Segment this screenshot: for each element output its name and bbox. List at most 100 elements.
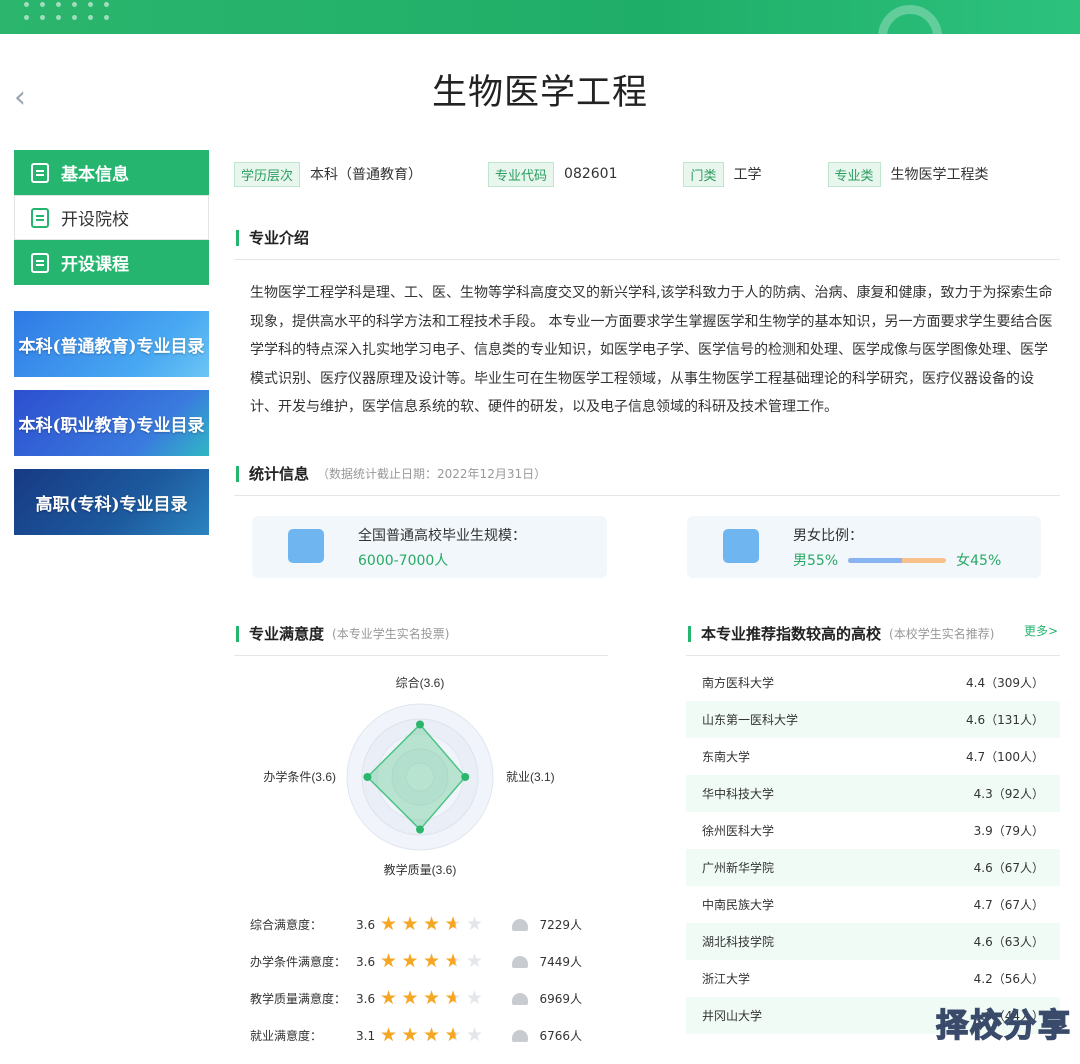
stats-header: 统计信息 （数据统计截止日期：2022年12月31日） bbox=[234, 452, 1060, 496]
female-ratio: 女45% bbox=[956, 553, 1002, 569]
satisfaction-rows: 综合满意度： 3.6 ★ ★ ★ ★ ★ 7229人 办学条件满意度： 3.6 ★ ★ ★ ★… bbox=[234, 906, 608, 1054]
category-tag: 门类 bbox=[683, 161, 724, 187]
star-icon: ★ bbox=[445, 1026, 467, 1045]
list-item[interactable]: 东南大学 4.7（100人） bbox=[686, 738, 1060, 775]
rating-score: 3.1 bbox=[356, 1028, 376, 1043]
sidebar: 基本信息 开设院校 开设课程 本科(普通教育)专业目录 本科(职业教育)专业目录… bbox=[14, 150, 209, 535]
star-icon: ★ bbox=[423, 1024, 441, 1046]
intro-text: 生物医学工程学科是理、工、医、生物等学科高度交叉的新兴学科,该学科致力于人的防病… bbox=[250, 285, 1053, 415]
rating-row: 办学条件满意度： 3.6 ★ ★ ★ ★ ★ 7449人 bbox=[234, 943, 608, 980]
main-content: 学历层次 本科（普通教育） 专业代码 082601 门类 工学 专业类 生物医学… bbox=[234, 150, 1060, 1045]
star-icon: ★ bbox=[466, 987, 484, 1009]
star-icon: ★ bbox=[466, 1024, 484, 1046]
section-title: 专业满意度 bbox=[249, 625, 325, 643]
decorative-dots bbox=[24, 2, 120, 20]
school-name: 东南大学 bbox=[702, 750, 751, 764]
rating-count: 6969人 bbox=[539, 992, 583, 1006]
rating-count: 6766人 bbox=[539, 1029, 583, 1043]
category-value: 工学 bbox=[733, 167, 762, 183]
people-icon bbox=[511, 1029, 528, 1042]
school-name: 广州新华学院 bbox=[702, 861, 775, 875]
school-name: 华中科技大学 bbox=[702, 787, 775, 801]
book-icon bbox=[31, 252, 49, 273]
schools-list: 南方医科大学 4.4（309人） 山东第一医科大学 4.6（131人） 东南大学 4.… bbox=[686, 664, 1060, 1034]
list-item[interactable]: 湖北科技学院 4.6（63人） bbox=[686, 923, 1060, 960]
list-item[interactable]: 徐州医科大学 3.9（79人） bbox=[686, 812, 1060, 849]
section-title: 本专业推荐指数较高的高校 bbox=[701, 625, 882, 643]
star-icon: ★ bbox=[380, 913, 398, 935]
gender-card: 男女比例： 男55% 女45% bbox=[687, 516, 1041, 578]
code-value: 082601 bbox=[564, 166, 618, 182]
section-title: 专业介绍 bbox=[249, 229, 310, 247]
pie-calendar-icon bbox=[723, 529, 759, 563]
star-icon: ★ bbox=[423, 950, 441, 972]
recommended-schools-section: 本专业推荐指数较高的高校 (本校学生实名推荐) 更多> 南方医科大学 4.4（30… bbox=[686, 612, 1060, 1034]
list-item[interactable]: 中南民族大学 4.7（67人） bbox=[686, 886, 1060, 923]
stats-cards: 全国普通高校毕业生规模： 6000-7000人 男女比例： 男55% 女45% bbox=[252, 516, 1042, 578]
star-rating: ★ ★ ★ ★ ★ bbox=[380, 915, 488, 934]
list-item[interactable]: 广州新华学院 4.6（67人） bbox=[686, 849, 1060, 886]
rating-score: 3.6 bbox=[356, 991, 376, 1006]
rating-label: 综合满意度： bbox=[250, 918, 323, 932]
sidebar-item-label: 基本信息 bbox=[61, 165, 129, 185]
sidebar-item-basic-info[interactable]: 基本信息 bbox=[14, 150, 209, 195]
people-icon bbox=[511, 992, 528, 1005]
school-name: 浙江大学 bbox=[702, 972, 751, 986]
radar-label-employment: 就业(3.1) bbox=[506, 770, 555, 784]
type-value: 生物医学工程类 bbox=[890, 167, 989, 183]
college-catalog-banner[interactable]: 高职(专科)专业目录 bbox=[14, 469, 209, 535]
star-icon: ★ bbox=[380, 1024, 398, 1046]
star-icon: ★ bbox=[423, 913, 441, 935]
rating-label: 就业满意度： bbox=[250, 1029, 323, 1043]
school-name: 井冈山大学 bbox=[702, 1009, 763, 1023]
satisfaction-header: 专业满意度 (本专业学生实名投票) bbox=[234, 612, 608, 656]
star-rating: ★ ★ ★ ★ ★ bbox=[380, 952, 488, 971]
school-score: 4.6（67人） bbox=[973, 861, 1044, 875]
section-subtitle: (本校学生实名推荐) bbox=[889, 627, 995, 641]
graduates-value: 6000-7000人 bbox=[358, 553, 449, 569]
radar-point-overall bbox=[416, 720, 424, 729]
sidebar-item-label: 开设院校 bbox=[61, 210, 129, 230]
rating-row: 综合满意度： 3.6 ★ ★ ★ ★ ★ 7229人 bbox=[234, 906, 608, 943]
level-value: 本科（普通教育） bbox=[310, 167, 423, 183]
radar-svg: 综合(3.6) 就业(3.1) 教学质量(3.6) 办学条件(3.6) bbox=[263, 675, 555, 877]
graduates-label: 全国普通高校毕业生规模： bbox=[358, 528, 526, 544]
schools-header: 本专业推荐指数较高的高校 (本校学生实名推荐) 更多> bbox=[686, 612, 1060, 656]
school-name: 中南民族大学 bbox=[702, 898, 775, 912]
satisfaction-section: 专业满意度 (本专业学生实名投票) 综合(3.6) 就业(3.1) 教学质量(3… bbox=[234, 612, 608, 1054]
school-name: 南方医科大学 bbox=[702, 676, 775, 690]
star-rating: ★ ★ ★ ★ ★ bbox=[380, 1026, 488, 1045]
male-ratio-fill bbox=[848, 557, 903, 563]
radar-label-teaching: 教学质量(3.6) bbox=[384, 862, 457, 877]
school-score: 4.7（67人） bbox=[973, 898, 1044, 912]
school-score: 4.6（131人） bbox=[966, 713, 1044, 727]
rating-label: 教学质量满意度： bbox=[250, 992, 347, 1006]
star-rating: ★ ★ ★ ★ ★ bbox=[380, 989, 488, 1008]
school-score: 4.3（92人） bbox=[973, 787, 1044, 801]
star-icon: ★ bbox=[423, 987, 441, 1009]
list-item[interactable]: 南方医科大学 4.4（309人） bbox=[686, 664, 1060, 701]
sidebar-item-label: 开设课程 bbox=[61, 255, 129, 275]
section-subtitle: (本专业学生实名投票) bbox=[332, 627, 450, 641]
list-item[interactable]: 山东第一医科大学 4.6（131人） bbox=[686, 701, 1060, 738]
page-title: 生物医学工程 bbox=[431, 73, 648, 113]
code-tag: 专业代码 bbox=[488, 161, 555, 187]
more-link[interactable]: 更多> bbox=[1024, 622, 1058, 639]
undergrad-vocational-catalog-banner[interactable]: 本科(职业教育)专业目录 bbox=[14, 390, 209, 456]
star-icon: ★ bbox=[380, 950, 398, 972]
star-icon: ★ bbox=[401, 987, 419, 1009]
list-item[interactable]: 华中科技大学 4.3（92人） bbox=[686, 775, 1060, 812]
undergrad-general-catalog-banner[interactable]: 本科(普通教育)专业目录 bbox=[14, 311, 209, 377]
star-icon: ★ bbox=[380, 987, 398, 1009]
list-item[interactable]: 浙江大学 4.2（56人） bbox=[686, 960, 1060, 997]
sidebar-item-schools[interactable]: 开设院校 bbox=[14, 195, 209, 240]
rating-row: 教学质量满意度： 3.6 ★ ★ ★ ★ ★ 6969人 bbox=[234, 980, 608, 1017]
school-score: 4.6（63人） bbox=[973, 935, 1044, 949]
star-icon: ★ bbox=[401, 1024, 419, 1046]
satisfaction-radar-chart: 综合(3.6) 就业(3.1) 教学质量(3.6) 办学条件(3.6) bbox=[234, 656, 608, 906]
type-tag: 专业类 bbox=[827, 161, 881, 187]
decorative-ring bbox=[878, 5, 942, 34]
sidebar-item-courses[interactable]: 开设课程 bbox=[14, 240, 209, 285]
gender-ratio-bar bbox=[848, 557, 947, 563]
watermark: 择校分享 bbox=[935, 1005, 1072, 1045]
